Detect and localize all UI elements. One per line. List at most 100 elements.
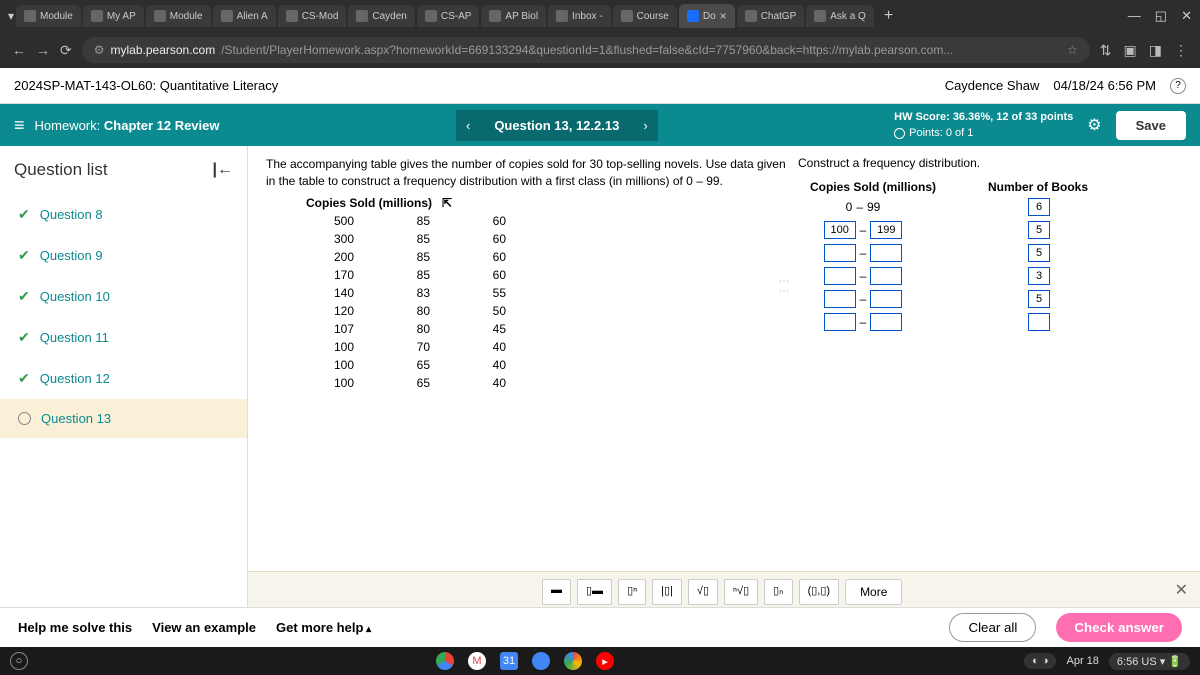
minimize-icon[interactable]: —: [1128, 8, 1141, 24]
collapse-sidebar-icon[interactable]: |←: [213, 161, 233, 179]
close-window-icon[interactable]: ✕: [1181, 8, 1192, 24]
close-toolbar-icon[interactable]: ✕: [1175, 580, 1188, 600]
distribution-prompt: Construct a frequency distribution.: [798, 156, 1088, 170]
extensions-icon[interactable]: ▣: [1124, 42, 1137, 59]
help-solve-link[interactable]: Help me solve this: [18, 620, 132, 635]
count-input[interactable]: [1028, 290, 1050, 308]
reload-icon[interactable]: ⟳: [60, 42, 72, 59]
gear-icon[interactable]: ⚙: [1087, 115, 1101, 135]
browser-tab[interactable]: Inbox -: [548, 5, 611, 27]
check-answer-button[interactable]: Check answer: [1056, 613, 1182, 642]
browser-tab-active[interactable]: Do×: [679, 4, 735, 28]
question-list-sidebar: Question list |← ✔Question 8 ✔Question 9…: [0, 146, 248, 608]
page-datetime: 04/18/24 6:56 PM: [1053, 78, 1156, 93]
dist-row: –: [798, 221, 1088, 239]
browser-tab[interactable]: Ask a Q: [806, 5, 874, 27]
browser-menu-icon[interactable]: ⋮: [1174, 42, 1188, 59]
gmail-icon[interactable]: M: [468, 652, 486, 670]
save-button[interactable]: Save: [1116, 111, 1186, 140]
popout-icon[interactable]: ⇱: [442, 196, 452, 210]
browser-tab[interactable]: Module: [16, 5, 81, 27]
url-input[interactable]: ⚙ mylab.pearson.com/Student/PlayerHomewo…: [82, 37, 1090, 63]
browser-tab[interactable]: CS-Mod: [278, 5, 347, 27]
tray-date: Apr 18: [1066, 655, 1098, 667]
help-icon[interactable]: ?: [1170, 78, 1186, 94]
range-low-input[interactable]: [824, 244, 856, 262]
question-footer: Help me solve this View an example Get m…: [0, 607, 1200, 647]
next-question-button[interactable]: ›: [633, 110, 657, 141]
view-example-link[interactable]: View an example: [152, 620, 256, 635]
site-info-icon[interactable]: ⚙: [94, 43, 105, 57]
check-icon: ✔: [18, 370, 30, 387]
menu-icon[interactable]: ≡: [14, 115, 25, 136]
bookmark-star-icon[interactable]: ☆: [1067, 43, 1078, 57]
question-item[interactable]: ✔Question 11: [0, 317, 247, 358]
range-low-input[interactable]: [824, 221, 856, 239]
launcher-icon[interactable]: ○: [10, 652, 28, 670]
count-input[interactable]: [1028, 267, 1050, 285]
mixed-fraction-tool[interactable]: ▯▬: [577, 579, 612, 605]
browser-tab[interactable]: Alien A: [213, 5, 276, 27]
homework-bar: ≡ Homework: Chapter 12 Review ‹ Question…: [0, 104, 1200, 146]
count-input[interactable]: [1028, 221, 1050, 239]
question-item[interactable]: ✔Question 10: [0, 276, 247, 317]
range-high-input[interactable]: [870, 244, 902, 262]
range-low-input[interactable]: [824, 290, 856, 308]
browser-tab[interactable]: ChatGP: [737, 5, 805, 27]
browser-tab[interactable]: My AP: [83, 5, 144, 27]
homework-label: Homework:: [35, 118, 101, 133]
range-low-input[interactable]: [824, 267, 856, 285]
abs-tool[interactable]: |▯|: [652, 579, 682, 605]
count-input[interactable]: [1028, 198, 1050, 216]
dist-col-header: Copies Sold (millions): [798, 180, 948, 194]
dist-row: 0–99: [798, 198, 1088, 216]
youtube-icon[interactable]: ▸: [596, 652, 614, 670]
check-icon: ✔: [18, 247, 30, 264]
exponent-tool[interactable]: ▯ⁿ: [618, 579, 646, 605]
clear-all-button[interactable]: Clear all: [949, 613, 1036, 642]
photos-icon[interactable]: [564, 652, 582, 670]
get-more-help-dropdown[interactable]: Get more help: [276, 620, 371, 635]
question-item-current[interactable]: Question 13: [0, 399, 247, 438]
maximize-icon[interactable]: ◱: [1155, 8, 1167, 24]
question-label: Question 13, 12.2.13: [480, 110, 633, 141]
back-icon[interactable]: ←: [12, 42, 26, 58]
browser-tab[interactable]: Cayden: [348, 5, 414, 27]
forward-icon[interactable]: →: [36, 42, 50, 58]
question-item[interactable]: ✔Question 12: [0, 358, 247, 399]
nroot-tool[interactable]: ⁿ√▯: [724, 579, 758, 605]
question-item[interactable]: ✔Question 8: [0, 194, 247, 235]
range-high-input[interactable]: [870, 267, 902, 285]
count-input[interactable]: [1028, 244, 1050, 262]
subscript-tool[interactable]: ▯ₙ: [764, 579, 792, 605]
course-title: 2024SP-MAT-143-OL60: Quantitative Litera…: [14, 78, 278, 93]
question-item[interactable]: ✔Question 9: [0, 235, 247, 276]
system-tray[interactable]: ◐ ◑ Apr 18 6:56 US ▾ 🔋: [1024, 653, 1190, 670]
range-high-input[interactable]: [870, 313, 902, 331]
close-icon[interactable]: ×: [720, 9, 727, 23]
range-low-input[interactable]: [824, 313, 856, 331]
new-tab-button[interactable]: +: [876, 7, 901, 25]
files-icon[interactable]: [532, 652, 550, 670]
sqrt-tool[interactable]: √▯: [688, 579, 718, 605]
more-tools-button[interactable]: More: [845, 579, 902, 605]
browser-tab[interactable]: Module: [146, 5, 211, 27]
browser-tab[interactable]: CS-AP: [417, 5, 480, 27]
prev-question-button[interactable]: ‹: [456, 110, 480, 141]
coord-tool[interactable]: (▯,▯): [799, 579, 840, 605]
extension-icon[interactable]: ⇅: [1100, 42, 1112, 59]
student-name: Caydence Shaw: [945, 78, 1040, 93]
fraction-tool[interactable]: ▬: [542, 579, 571, 605]
browser-tab[interactable]: Course: [613, 5, 677, 27]
check-icon: ✔: [18, 329, 30, 346]
range-high-input[interactable]: [870, 290, 902, 308]
chrome-icon[interactable]: [436, 652, 454, 670]
side-panel-icon[interactable]: ◨: [1149, 42, 1162, 59]
homework-title: Chapter 12 Review: [104, 118, 220, 133]
count-input[interactable]: [1028, 313, 1050, 331]
calendar-icon[interactable]: 31: [500, 652, 518, 670]
range-high-input[interactable]: [870, 221, 902, 239]
drag-handle-icon[interactable]: ⋮⋮: [778, 276, 789, 296]
browser-tab[interactable]: AP Biol: [481, 5, 546, 27]
tab-dropdown-icon[interactable]: ▾: [8, 9, 14, 23]
